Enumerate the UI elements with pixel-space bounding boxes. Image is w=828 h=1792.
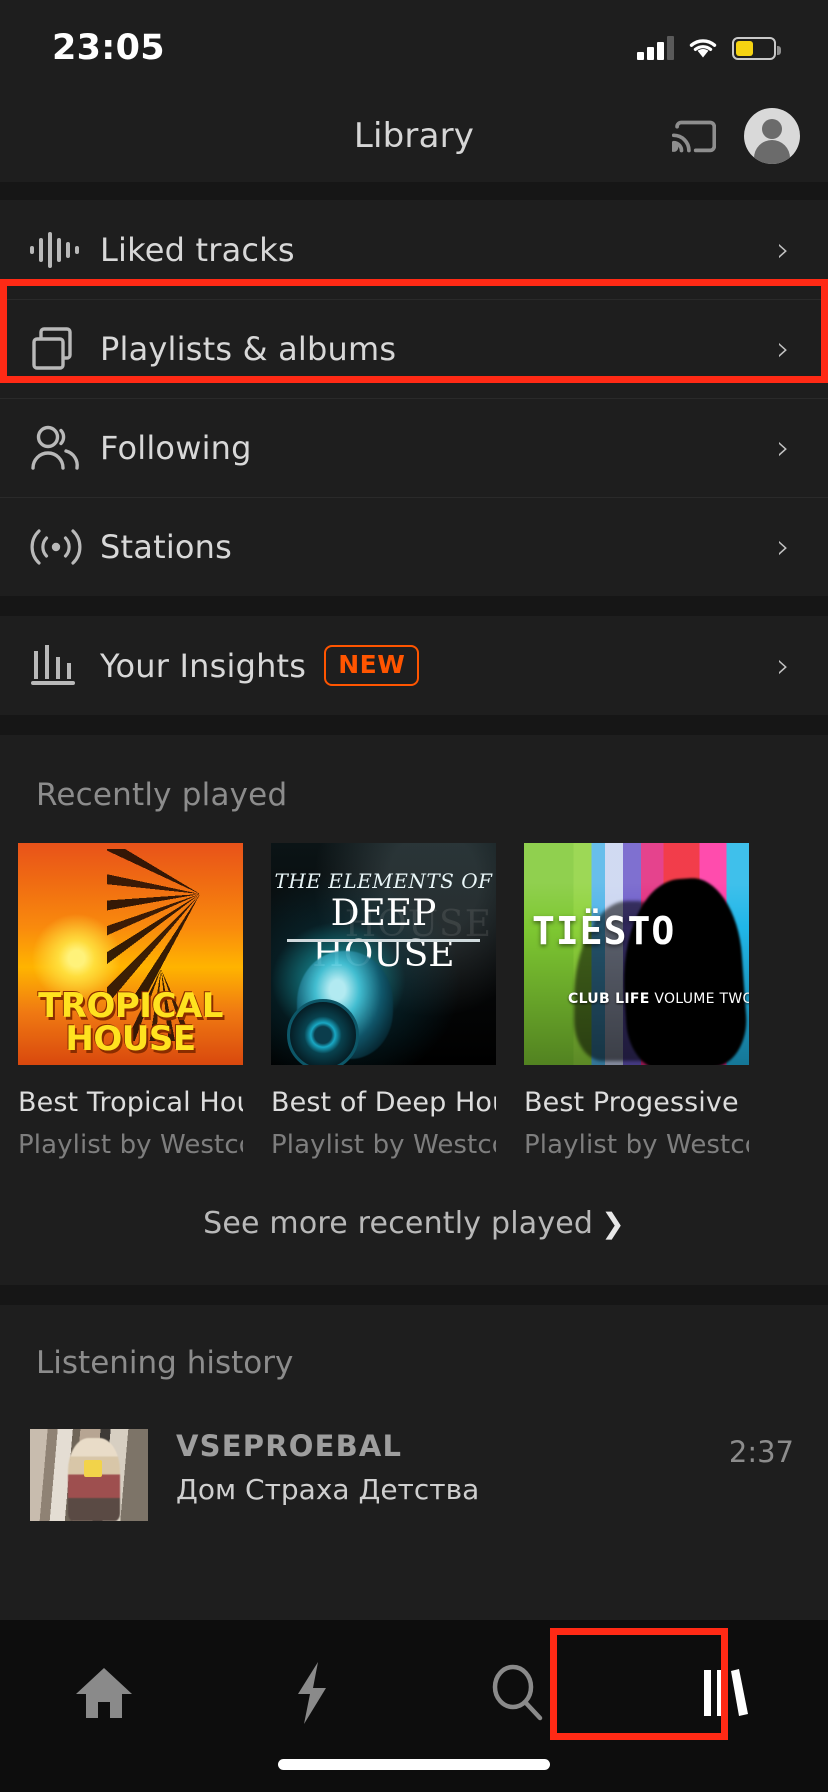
library-menu: Liked tracks › Playlists & albums › Foll… [0,200,828,715]
see-more-recently-played-link[interactable]: See more recently played ❯ [0,1160,828,1285]
section-heading: Listening history [36,1345,294,1381]
home-indicator [278,1759,550,1770]
avatar[interactable] [744,108,800,164]
search-icon [492,1664,542,1721]
playlist-card-title: Best Tropical House (2.. [18,1087,243,1118]
playlist-card[interactable]: HOUSE THE ELEMENTS OF DEEP HOUSE Best of… [271,843,496,1160]
tiesto-club-life-artwork[interactable]: TIËSTO CLUB LIFE VOLUME TWO MIAMI [524,843,749,1065]
app-header: Library [0,90,828,182]
recently-played-carousel[interactable]: TROPICAL HOUSE Best Tropical House (2.. … [0,843,828,1160]
section-heading: Recently played [36,777,288,813]
chevron-right-icon: › [776,427,790,468]
status-bar-time: 23:05 [52,28,165,68]
list-item[interactable]: VSEPROEBAL Дом Страха Детства 2:37 [0,1415,828,1521]
track-artist: VSEPROEBAL [176,1429,403,1463]
playlist-card-title: Best Progessive House [524,1087,749,1118]
playlist-card[interactable]: TIËSTO CLUB LIFE VOLUME TWO MIAMI Best P… [524,843,749,1160]
tab-library[interactable] [621,1652,828,1734]
people-icon [28,424,100,472]
playlist-card-subtitle: Playlist by Westcoast... [524,1130,749,1160]
waveform-icon [28,229,100,271]
sidebar-item-stations[interactable]: Stations › [0,497,828,596]
track-title: Дом Страха Детства [176,1473,480,1506]
sidebar-item-liked-tracks[interactable]: Liked tracks › [0,200,828,299]
header-actions [672,108,800,164]
sidebar-item-label: Playlists & albums [100,329,397,368]
recently-played-section: Recently played TROPICAL HOUSE Best Trop… [0,735,828,1285]
app-screen: 23:05 Library Liked tracks › Playlists &… [0,0,828,1792]
cast-icon[interactable] [672,117,716,155]
broadcast-icon [28,525,100,569]
status-bar: 23:05 [0,0,828,90]
sidebar-item-playlists-albums[interactable]: Playlists & albums › [0,299,828,398]
track-artwork [30,1429,148,1521]
listening-history-section: Listening history VSEPROEBAL Дом Страха … [0,1305,828,1521]
artwork-text-line1: TIËSTO [532,909,676,953]
sidebar-item-following[interactable]: Following › [0,398,828,497]
section-divider [0,182,828,200]
sidebar-item-label: Your Insights [100,646,307,685]
page-title: Library [353,116,475,156]
sidebar-item-label: Liked tracks [100,230,295,269]
bolt-icon [297,1662,326,1724]
artwork-text-line1: TROPICAL [38,986,223,1027]
library-icon [703,1669,748,1716]
bottom-tab-bar [0,1620,828,1792]
sidebar-item-label: Stations [100,527,233,566]
chevron-right-icon: › [776,328,790,369]
track-duration: 2:37 [728,1435,794,1469]
chevron-right-icon: ❯ [601,1207,625,1240]
playlist-card[interactable]: TROPICAL HOUSE Best Tropical House (2.. … [18,843,243,1160]
chevron-right-icon: › [776,526,790,567]
chevron-right-icon: › [776,229,790,270]
tab-feed[interactable] [207,1652,414,1734]
sidebar-item-label: Following [100,428,252,467]
artwork-text-line3: VOLUME TWO MIAMI [654,991,749,1007]
section-divider [0,715,828,735]
tab-home[interactable] [0,1652,207,1734]
sidebar-item-your-insights[interactable]: Your Insights NEW › [0,616,828,715]
albums-stack-icon [28,323,100,375]
artwork-text-line2: CLUB LIFE [568,991,650,1007]
artwork-text-line2: HOUSE [65,1018,196,1059]
section-divider [0,1285,828,1305]
tropical-house-artwork[interactable]: TROPICAL HOUSE [18,843,243,1065]
bar-chart-icon [28,643,100,689]
home-icon [75,1668,132,1718]
status-bar-indicators [637,36,781,60]
battery-icon [732,36,781,60]
playlist-card-subtitle: Playlist by Westcoast... [18,1130,243,1160]
see-more-label: See more recently played [203,1206,594,1241]
tab-search[interactable] [414,1652,621,1734]
artwork-text-line1: THE ELEMENTS OF [274,869,493,893]
cellular-signal-icon [637,36,674,60]
chevron-right-icon: › [776,645,790,686]
section-divider [0,596,828,616]
deep-house-artwork[interactable]: HOUSE THE ELEMENTS OF DEEP HOUSE [271,843,496,1065]
playlist-card-title: Best of Deep House (V.. [271,1087,496,1118]
wifi-icon [689,39,717,58]
playlist-card-subtitle: Playlist by Westcoast... [271,1130,496,1160]
artwork-text-line2: DEEP HOUSE [312,893,455,975]
status-badge: NEW [324,645,420,686]
